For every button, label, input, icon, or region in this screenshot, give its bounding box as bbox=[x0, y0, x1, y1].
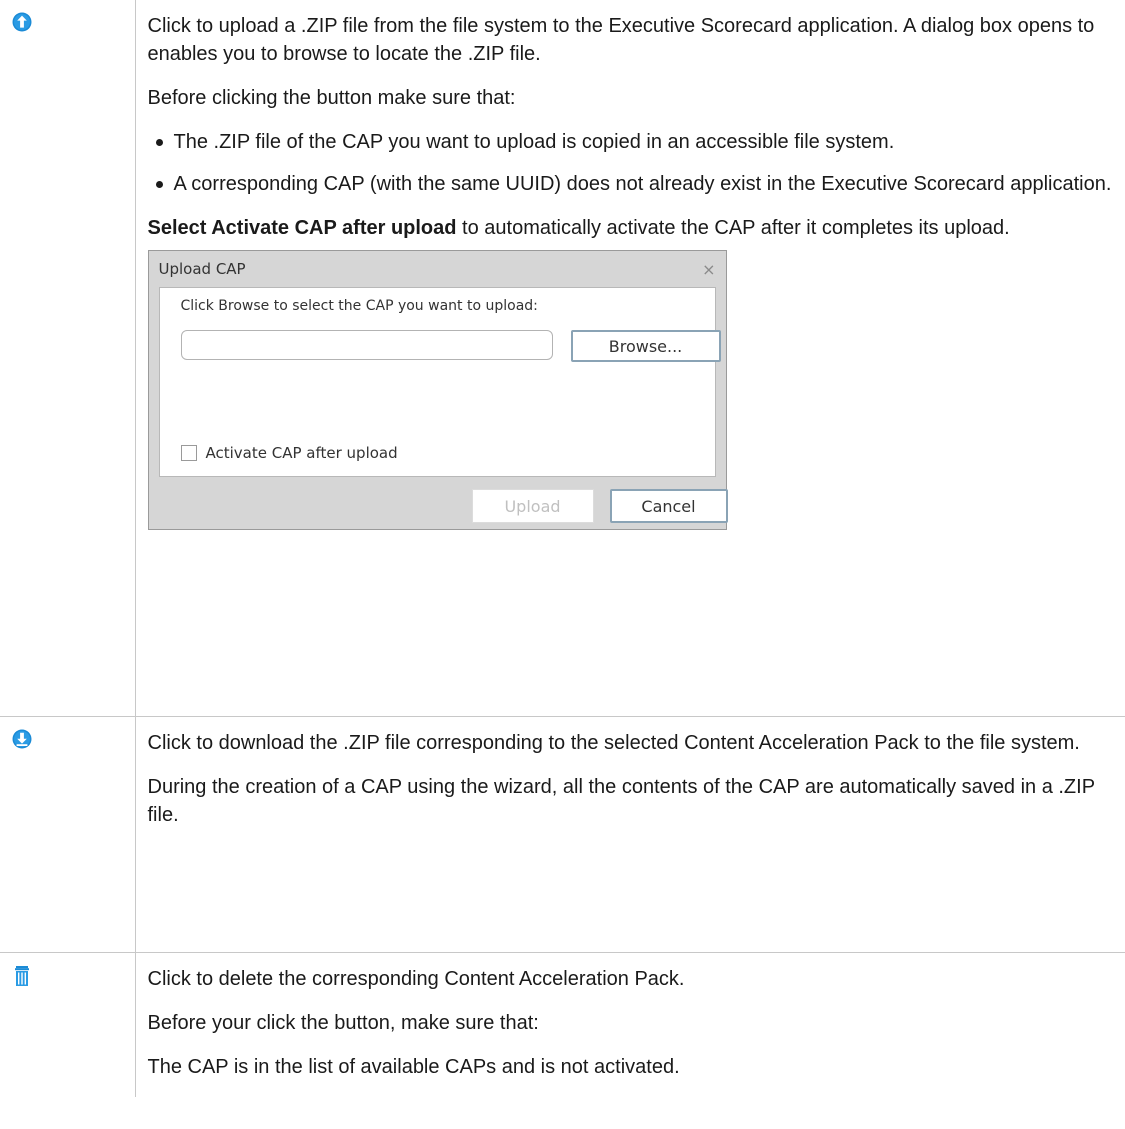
list-item: The .ZIP file of the CAP you want to upl… bbox=[155, 128, 1116, 156]
delete-row: Click to delete the corresponding Conten… bbox=[0, 952, 1125, 1097]
list-item: A corresponding CAP (with the same UUID)… bbox=[155, 170, 1116, 198]
activate-note-text: to automatically activate the CAP after … bbox=[456, 217, 1010, 239]
download-icon-cell bbox=[0, 716, 136, 953]
file-path-input[interactable] bbox=[180, 330, 553, 360]
activate-note: Select Activate CAP after upload to auto… bbox=[148, 214, 1116, 242]
browse-button[interactable]: Browse... bbox=[570, 330, 721, 362]
upload-paragraph: Click to upload a .ZIP file from the fil… bbox=[147, 15, 1095, 65]
trash-icon[interactable] bbox=[12, 965, 32, 987]
download-paragraph: Click to download the .ZIP file correspo… bbox=[147, 731, 1080, 754]
activate-checkbox[interactable] bbox=[180, 445, 197, 461]
upload-description: Click to upload a .ZIP file from the fil… bbox=[135, 0, 1125, 717]
delete-description: Click to delete the corresponding Conten… bbox=[135, 952, 1125, 1097]
download-icon[interactable] bbox=[12, 729, 32, 749]
delete-paragraph: Click to delete the corresponding Conten… bbox=[147, 967, 685, 990]
upload-row: Click to upload a .ZIP file from the fil… bbox=[0, 0, 1125, 717]
delete-icon-cell bbox=[0, 952, 136, 1097]
activate-checkbox-label[interactable]: Activate CAP after upload bbox=[206, 444, 398, 462]
upload-cap-dialog: Upload CAP × Click Browse to select the … bbox=[147, 250, 728, 530]
upload-icon-cell bbox=[0, 0, 136, 717]
cancel-button[interactable]: Cancel bbox=[609, 489, 728, 523]
close-icon[interactable]: × bbox=[702, 260, 715, 279]
precondition-intro: Before clicking the button make sure tha… bbox=[147, 87, 516, 109]
download-note: During the creation of a CAP using the w… bbox=[147, 775, 1095, 826]
download-description: Click to download the .ZIP file correspo… bbox=[135, 716, 1125, 953]
upload-button[interactable]: Upload bbox=[471, 489, 594, 523]
download-row: Click to download the .ZIP file correspo… bbox=[0, 716, 1125, 953]
delete-precondition-intro: Before your click the button, make sure … bbox=[147, 1011, 539, 1034]
activate-note-bold: Select Activate CAP after upload bbox=[147, 217, 457, 239]
actions-table: Click to upload a .ZIP file from the fil… bbox=[0, 0, 1125, 1097]
precondition-list: The .ZIP file of the CAP you want to upl… bbox=[148, 128, 1116, 198]
dialog-title: Upload CAP bbox=[158, 260, 246, 278]
dialog-titlebar: Upload CAP × bbox=[149, 251, 726, 287]
activate-checkbox-row: Activate CAP after upload bbox=[180, 444, 398, 462]
upload-icon[interactable] bbox=[12, 12, 32, 32]
delete-precondition: The CAP is in the list of available CAPs… bbox=[147, 1055, 680, 1078]
dialog-prompt: Click Browse to select the CAP you want … bbox=[180, 298, 538, 314]
dialog-body: Click Browse to select the CAP you want … bbox=[158, 287, 721, 477]
